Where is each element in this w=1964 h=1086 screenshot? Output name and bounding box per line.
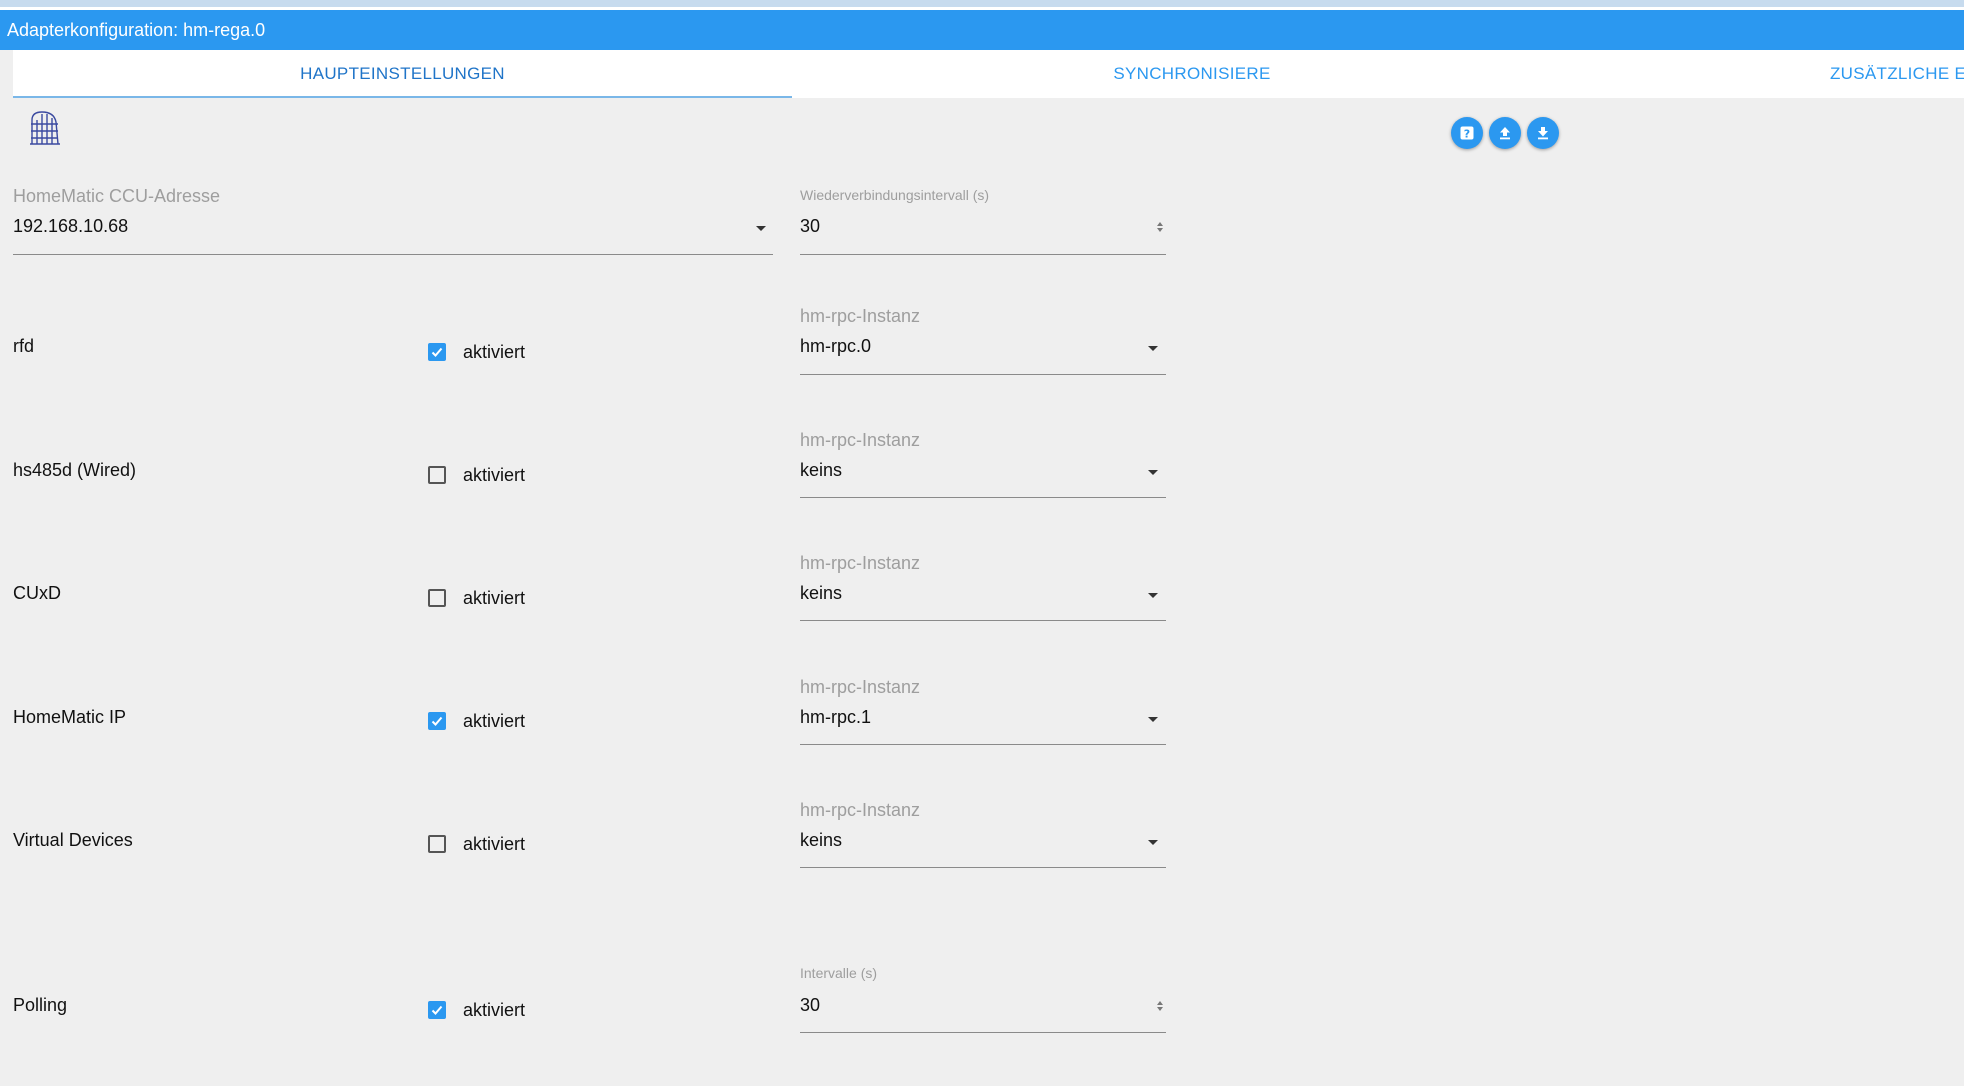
checkbox-rfd[interactable] [428,343,446,361]
rfd-instance-label: hm-rpc-Instanz [800,306,921,326]
chevron-down-icon[interactable] [1148,346,1158,351]
checkbox-polling[interactable] [428,1001,446,1019]
chevron-down-icon[interactable] [1148,717,1158,722]
hs485d-instance-label: hm-rpc-Instanz [800,430,921,450]
chevron-down-icon[interactable] [1148,470,1158,475]
homematic-ip-instance-label: hm-rpc-Instanz [800,677,921,697]
homematic-ip-instance-select[interactable]: hm-rpc.1 [800,707,871,728]
reconnect-interval-underline [800,254,1166,255]
help-button[interactable]: ? [1451,117,1483,149]
active-tab-indicator [13,96,792,98]
download-icon [1538,127,1548,140]
svg-text:?: ? [1464,128,1470,141]
cuxd-instance-label: hm-rpc-Instanz [800,553,921,573]
ccu-address-select[interactable]: 192.168.10.68 [13,216,128,237]
rfd-instance-underline [800,374,1166,375]
chevron-down-icon[interactable] [1148,593,1158,598]
row-label-hs485d: hs485d (Wired) [13,460,137,480]
help-icon: ? [1460,126,1474,141]
checkbox-hs485d[interactable] [428,466,446,484]
checkbox-hs485d-label: aktiviert [463,465,526,485]
download-button[interactable] [1527,117,1559,149]
checkbox-homematic-ip-label: aktiviert [463,711,526,731]
homematic-logo [28,108,62,152]
virtual-devices-instance-underline [800,867,1166,868]
checkbox-rfd-label: aktiviert [463,342,526,362]
ccu-address-underline [13,254,773,255]
checkbox-polling-label: aktiviert [463,1000,526,1020]
cuxd-instance-underline [800,620,1166,621]
row-label-rfd: rfd [13,336,35,356]
number-stepper-icon[interactable] [1156,999,1164,1013]
polling-interval-input[interactable]: 30 [800,995,820,1016]
checkbox-homematic-ip[interactable] [428,712,446,730]
reconnect-interval-label: Wiederverbindungsintervall (s) [800,187,990,203]
virtual-devices-instance-label: hm-rpc-Instanz [800,800,921,820]
polling-interval-label: Intervalle (s) [800,965,878,981]
virtual-devices-instance-select[interactable]: keins [800,830,842,851]
number-stepper-icon[interactable] [1156,220,1164,234]
hs485d-instance-underline [800,497,1166,498]
chevron-down-icon[interactable] [756,226,766,231]
tab-bar: HAUPTEINSTELLUNGEN SYNCHRONISIERE ZUSÄTZ… [13,50,1964,98]
tab-additional[interactable]: ZUSÄTZLICHE E [1830,50,1964,98]
row-label-polling: Polling [13,995,68,1015]
hs485d-instance-select[interactable]: keins [800,460,842,481]
adapter-config-title: Adapterkonfiguration: hm-rega.0 [0,10,1964,50]
checkbox-cuxd[interactable] [428,589,446,607]
checkbox-virtual-devices-label: aktiviert [463,834,526,854]
cuxd-instance-select[interactable]: keins [800,583,842,604]
top-strip [0,0,1964,7]
polling-interval-underline [800,1032,1166,1033]
row-label-cuxd: CUxD [13,583,61,603]
row-label-virtual-devices: Virtual Devices [13,830,133,850]
checkbox-virtual-devices[interactable] [428,835,446,853]
rfd-instance-select[interactable]: hm-rpc.0 [800,336,871,357]
checkbox-cuxd-label: aktiviert [463,588,526,608]
reconnect-interval-input[interactable]: 30 [800,216,820,237]
homematic-ip-instance-underline [800,744,1166,745]
ccu-address-label: HomeMatic CCU-Adresse [13,186,221,206]
upload-icon [1500,127,1510,140]
tab-synchronize[interactable]: SYNCHRONISIERE [992,50,1392,98]
row-label-homematic-ip: HomeMatic IP [13,707,127,727]
chevron-down-icon[interactable] [1148,840,1158,845]
tab-main-settings[interactable]: HAUPTEINSTELLUNGEN [13,50,792,98]
upload-button[interactable] [1489,117,1521,149]
